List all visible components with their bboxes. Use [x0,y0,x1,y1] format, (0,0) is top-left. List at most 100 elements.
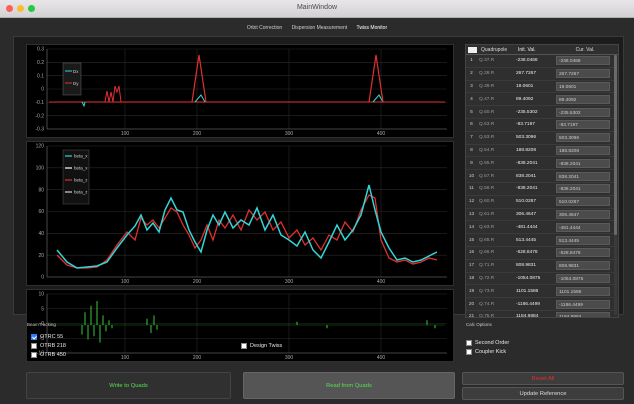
table-row[interactable]: 1 Q.37.R -238.0468 -238.0468 [466,55,618,68]
cur-value-input[interactable]: -838.2041 [556,158,610,168]
checkbox-icon[interactable] [241,343,247,349]
row-number: 12 [468,199,475,205]
design-twiss-checkbox[interactable]: Design Twiss [241,343,282,349]
table-row[interactable]: 19 Q.73.R 1101.1586 1101.1586 [466,285,618,299]
table-row[interactable]: 13 Q.61.R 306.4647 306.4647 [466,209,618,222]
orbit-plot[interactable]: 10 5 0 -5 -10 100 200 300 400 [26,289,454,362]
cur-value-input[interactable]: 1184.9884 [556,312,610,317]
table-row[interactable]: 11 Q.58.R -838.2041 -838.2041 [466,183,618,196]
dispersion-plot[interactable]: 0.3 0.2 0.1 0 -0.1 -0.2 -0.3 100 200 300 400 Dx Dy [26,44,454,138]
otrc55-checkbox[interactable]: OTRC 55 [31,334,63,340]
cur-value-input[interactable]: -1054.0875 [556,273,610,283]
checkbox-icon[interactable] [466,340,472,346]
otrb218-checkbox[interactable]: OTRB 218 [31,343,66,349]
cur-value-input[interactable]: -1186.4499 [556,299,610,309]
header-cur-val[interactable]: Cur. Val. [558,47,612,53]
row-number: 1 [470,58,473,64]
second-order-checkbox[interactable]: Second Order [466,340,509,346]
cur-value-input[interactable]: 267.7267 [556,69,610,79]
cur-value-input[interactable]: 503.3096 [556,133,610,143]
update-reference-button[interactable]: Update Reference [462,387,624,400]
tab-dispersion-measurement[interactable]: Dispersion Measurement [292,25,348,31]
table-row[interactable]: 7 Q.53.R 503.3096 503.3096 [466,132,618,145]
cur-value-input[interactable]: -481.4444 [556,222,610,232]
cur-value-input[interactable]: -235.5302 [556,107,610,117]
beta-plot[interactable]: 120 100 80 60 40 20 0 100 200 300 400 beta_x beta_x b… [26,141,454,286]
cur-value-input[interactable]: 188.8208 [556,145,610,155]
cur-value-input[interactable]: -238.0468 [556,56,610,66]
calc-options-label: Calc Options [466,322,492,327]
table-row[interactable]: 18 Q.72.R -1054.0875 -1054.0875 [466,273,618,286]
coupler-kick-checkbox[interactable]: Coupler Kick [466,349,506,355]
row-number: 6 [470,122,473,128]
row-number: 4 [470,96,473,102]
tab-twiss-monitor[interactable]: Twiss Monitor [357,25,388,31]
table-row[interactable]: 15 Q.65.R 513.4445 513.4445 [466,234,618,247]
cur-value-input[interactable]: -83.7197 [556,120,610,130]
cur-value-input[interactable]: -838.2041 [556,184,610,194]
plot-top-ytick-label: 0 [41,87,44,93]
table-row[interactable]: 16 Q.66.R -528.8478 -528.8478 [466,247,618,260]
otrb450-checkbox[interactable]: OTRB 450 [31,352,66,358]
cur-value-input[interactable]: 838.2041 [556,171,610,181]
init-value: 19.0601 [516,83,534,89]
table-row[interactable]: 20 Q.74.R -1186.4499 -1186.4499 [466,298,618,311]
tab-orbit-correction[interactable]: Orbit Correction [247,25,282,31]
row-number: 20 [468,301,475,307]
table-scrollbar[interactable] [614,55,617,315]
plot-bot-xtick-label: 200 [193,355,202,361]
table-header: Quadrupole Init. Val. Cur. Val. [466,45,618,55]
orbit-plot-canvas: 1050-5-10100 200 300 400 [37,292,447,361]
cur-value-input[interactable]: 808.9831 [556,261,610,271]
table-row[interactable]: 2 Q.38.R 267.7267 267.7267 [466,68,618,81]
init-value: -838.2041 [516,186,538,192]
cur-value-input[interactable]: 513.4445 [556,235,610,245]
table-row[interactable]: 17 Q.71.R 808.9831 808.9831 [466,260,618,273]
quadrupole-name: Q.37.R [479,58,495,64]
init-value: -235.5302 [516,109,538,115]
header-quadrupole[interactable]: Quadrupole [479,47,518,53]
cur-value-input[interactable]: 306.4647 [556,209,610,219]
select-all-cell[interactable] [468,46,477,53]
row-number: 5 [470,109,473,115]
table-row[interactable]: 6 Q.53.R -83.7197 -83.7197 [466,119,618,132]
read-from-quads-button[interactable]: Read from Quads [243,372,455,399]
checkbox-checked-icon[interactable] [31,334,37,340]
table-row[interactable]: 8 Q.54.R 188.8208 188.8208 [466,145,618,158]
beam-tracking-label: BeamTracking [27,322,56,327]
table-row[interactable]: 3 Q.39.R 19.0601 19.0601 [466,81,618,94]
plot-top-xtick-label: 100 [121,131,130,137]
legend-dx-label: Dx [73,69,79,74]
header-init-val[interactable]: Init. Val. [518,47,558,53]
table-row[interactable]: 14 Q.63.R -481.4444 -481.4444 [466,221,618,235]
plot-top-ytick-label: -0.3 [35,127,44,133]
cur-value-input[interactable]: -528.8478 [556,248,610,258]
row-number: 17 [468,263,475,269]
table-row[interactable]: 10 Q.57.R 838.2041 838.2041 [466,170,618,183]
plot-mid-ytick-label: 60 [38,209,44,215]
cur-value-input[interactable]: 89.4092 [556,94,610,104]
cur-value-input[interactable]: 510.0287 [556,197,610,207]
cur-value-input[interactable]: 1101.1586 [556,286,610,296]
row-number: 2 [470,71,473,77]
init-value: 838.2041 [516,173,537,179]
plot-bot-xtick-label: 300 [285,355,294,361]
table-row[interactable]: 21 Q.75.R 1184.9884 1184.9884 [466,311,618,317]
write-to-quads-button[interactable]: Write to Quads [26,372,231,399]
table-row[interactable]: 12 Q.60.R 510.0287 510.0287 [466,196,618,209]
quadrupole-name: Q.60.R [479,199,495,205]
beta-plot-canvas: 120100806040200100 200 300 400beta_xbeta_xb… [36,144,447,285]
quadrupole-name: Q.38.R [479,71,495,77]
table-row[interactable]: 9 Q.55.R -838.2041 -838.2041 [466,157,618,171]
checkbox-icon[interactable] [31,352,37,358]
reset-all-button[interactable]: Reset All [462,372,624,385]
table-row[interactable]: 5 Q.50.R -235.5302 -235.5302 [466,106,618,119]
plot-mid-ytick-label: 100 [36,166,45,172]
row-number: 18 [468,275,475,281]
coupler-kick-label: Coupler Kick [475,349,507,355]
checkbox-icon[interactable] [466,349,472,355]
checkbox-icon[interactable] [31,343,37,349]
table-row[interactable]: 4 Q.47.R 89.4092 89.4092 [466,93,618,107]
tab-bar: Orbit Correction Dispersion Measurement … [0,25,634,31]
cur-value-input[interactable]: 19.0601 [556,81,610,91]
